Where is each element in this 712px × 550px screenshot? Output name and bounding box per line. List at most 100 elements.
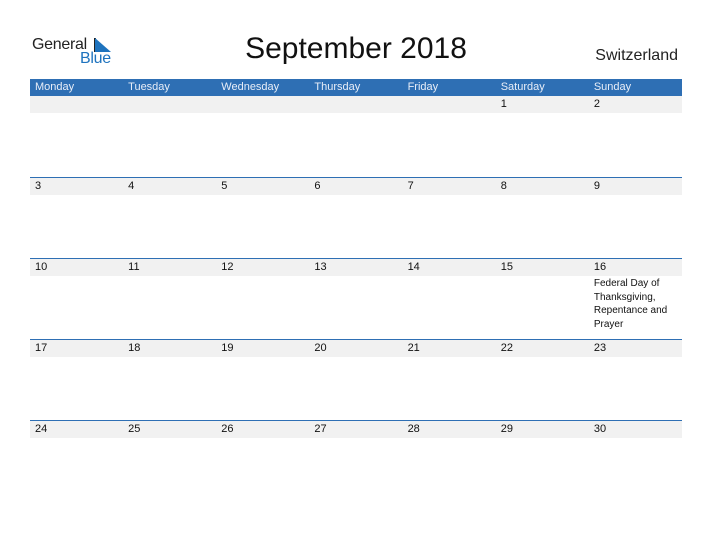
day-number: 16	[593, 261, 607, 273]
weekday-header: Monday Tuesday Wednesday Thursday Friday…	[30, 79, 682, 96]
day-cell: 6	[309, 178, 402, 196]
day-cell: 8	[496, 178, 589, 196]
day-number: 12	[221, 261, 234, 273]
holiday-label	[408, 195, 488, 196]
week-row: 10 11 12 13 14 15 16 Federal Day of Thanksgivin…	[30, 258, 682, 339]
holiday-label	[35, 276, 115, 277]
day-number: 11	[128, 261, 140, 273]
day-number	[221, 96, 309, 113]
day-cell	[30, 96, 123, 114]
holiday-label: Federal Day of Thanksgiving, Repentance …	[593, 278, 668, 330]
day-cell: 11	[123, 259, 216, 331]
day-cell: 14	[403, 259, 496, 331]
day-number: 17	[35, 342, 48, 354]
day-cell: 5	[216, 178, 309, 196]
holiday-label	[128, 113, 208, 114]
day-number: 2	[593, 98, 600, 110]
holiday-label	[221, 438, 301, 439]
day-number	[35, 96, 123, 113]
holiday-label	[35, 195, 115, 196]
day-number: 21	[407, 342, 420, 354]
weekday-saturday: Saturday	[500, 81, 545, 93]
day-cell: 23	[589, 340, 682, 358]
day-cell: 16 Federal Day of Thanksgiving, Repentanc…	[589, 259, 682, 331]
day-cell: 24	[30, 421, 123, 439]
day-number: 8	[500, 180, 507, 192]
holiday-label	[221, 113, 301, 114]
week-row: 3 4 5 6 7 8 9	[30, 177, 682, 258]
day-cell: 19	[216, 340, 309, 358]
day-number: 9	[593, 180, 600, 192]
day-number: 7	[407, 180, 414, 192]
day-cell: 9	[589, 178, 682, 196]
holiday-label	[221, 276, 301, 277]
holiday-label	[128, 438, 208, 439]
day-cell	[123, 96, 216, 114]
holiday-label	[314, 113, 394, 114]
weekday-friday: Friday	[407, 81, 439, 93]
day-number: 30	[593, 423, 607, 435]
day-number: 5	[221, 180, 228, 192]
holiday-label	[314, 195, 394, 196]
weekday-sunday: Sunday	[593, 81, 632, 93]
holiday-label	[408, 438, 488, 439]
holiday-label	[314, 276, 394, 277]
day-cell	[216, 96, 309, 114]
day-number: 20	[314, 342, 327, 354]
day-number: 18	[128, 342, 141, 354]
day-number: 6	[314, 180, 321, 192]
country-label: Switzerland	[595, 47, 678, 64]
weekday-monday: Monday	[35, 81, 75, 93]
day-number: 1	[500, 98, 507, 110]
day-cell: 10	[30, 259, 123, 331]
day-cell: 7	[403, 178, 496, 196]
day-number: 26	[221, 423, 234, 435]
holiday-label	[128, 357, 208, 358]
holiday-label	[408, 357, 488, 358]
holiday-label	[35, 357, 115, 358]
week-row: 12	[30, 96, 682, 177]
holiday-label	[501, 276, 581, 277]
holiday-label	[221, 195, 301, 196]
holiday-label	[594, 113, 674, 114]
day-number: 10	[35, 261, 48, 273]
holiday-label	[35, 438, 115, 439]
day-number: 27	[314, 423, 327, 435]
holiday-label	[594, 357, 674, 358]
holiday-label	[501, 113, 581, 114]
holiday-label	[501, 438, 581, 439]
holiday-label	[594, 195, 674, 196]
day-cell: 3	[30, 178, 123, 196]
day-cell	[309, 96, 402, 114]
day-cell: 13	[309, 259, 402, 331]
day-number: 23	[593, 342, 607, 354]
holiday-label	[501, 357, 581, 358]
day-cell: 25	[123, 421, 216, 439]
day-cell: 22	[496, 340, 589, 358]
week-row: 17 18 19 20 21 22 23	[30, 339, 682, 420]
day-cell: 12	[216, 259, 309, 331]
holiday-label	[408, 113, 488, 114]
calendar-grid: Monday Tuesday Wednesday Thursday Friday…	[30, 79, 682, 501]
holiday-label	[314, 438, 394, 439]
day-number: 25	[128, 423, 141, 435]
holiday-label	[35, 113, 115, 114]
day-number	[314, 96, 402, 113]
day-cell: 1	[496, 96, 589, 114]
day-cell: 17	[30, 340, 123, 358]
holiday-label	[594, 438, 674, 439]
holiday-label	[314, 357, 394, 358]
day-number: 28	[407, 423, 420, 435]
holiday-label	[128, 195, 208, 196]
week-row: 24 25 26 27 28 29 30	[30, 420, 682, 501]
day-cell: 28	[403, 421, 496, 439]
day-cell: 30	[589, 421, 682, 439]
day-cell: 26	[216, 421, 309, 439]
day-cell: 21	[403, 340, 496, 358]
day-cell: 29	[496, 421, 589, 439]
weekday-wednesday: Wednesday	[221, 81, 280, 93]
weekday-tuesday: Tuesday	[128, 81, 170, 93]
holiday-label	[501, 195, 581, 196]
day-number: 3	[35, 180, 42, 192]
weekday-thursday: Thursday	[314, 81, 361, 93]
